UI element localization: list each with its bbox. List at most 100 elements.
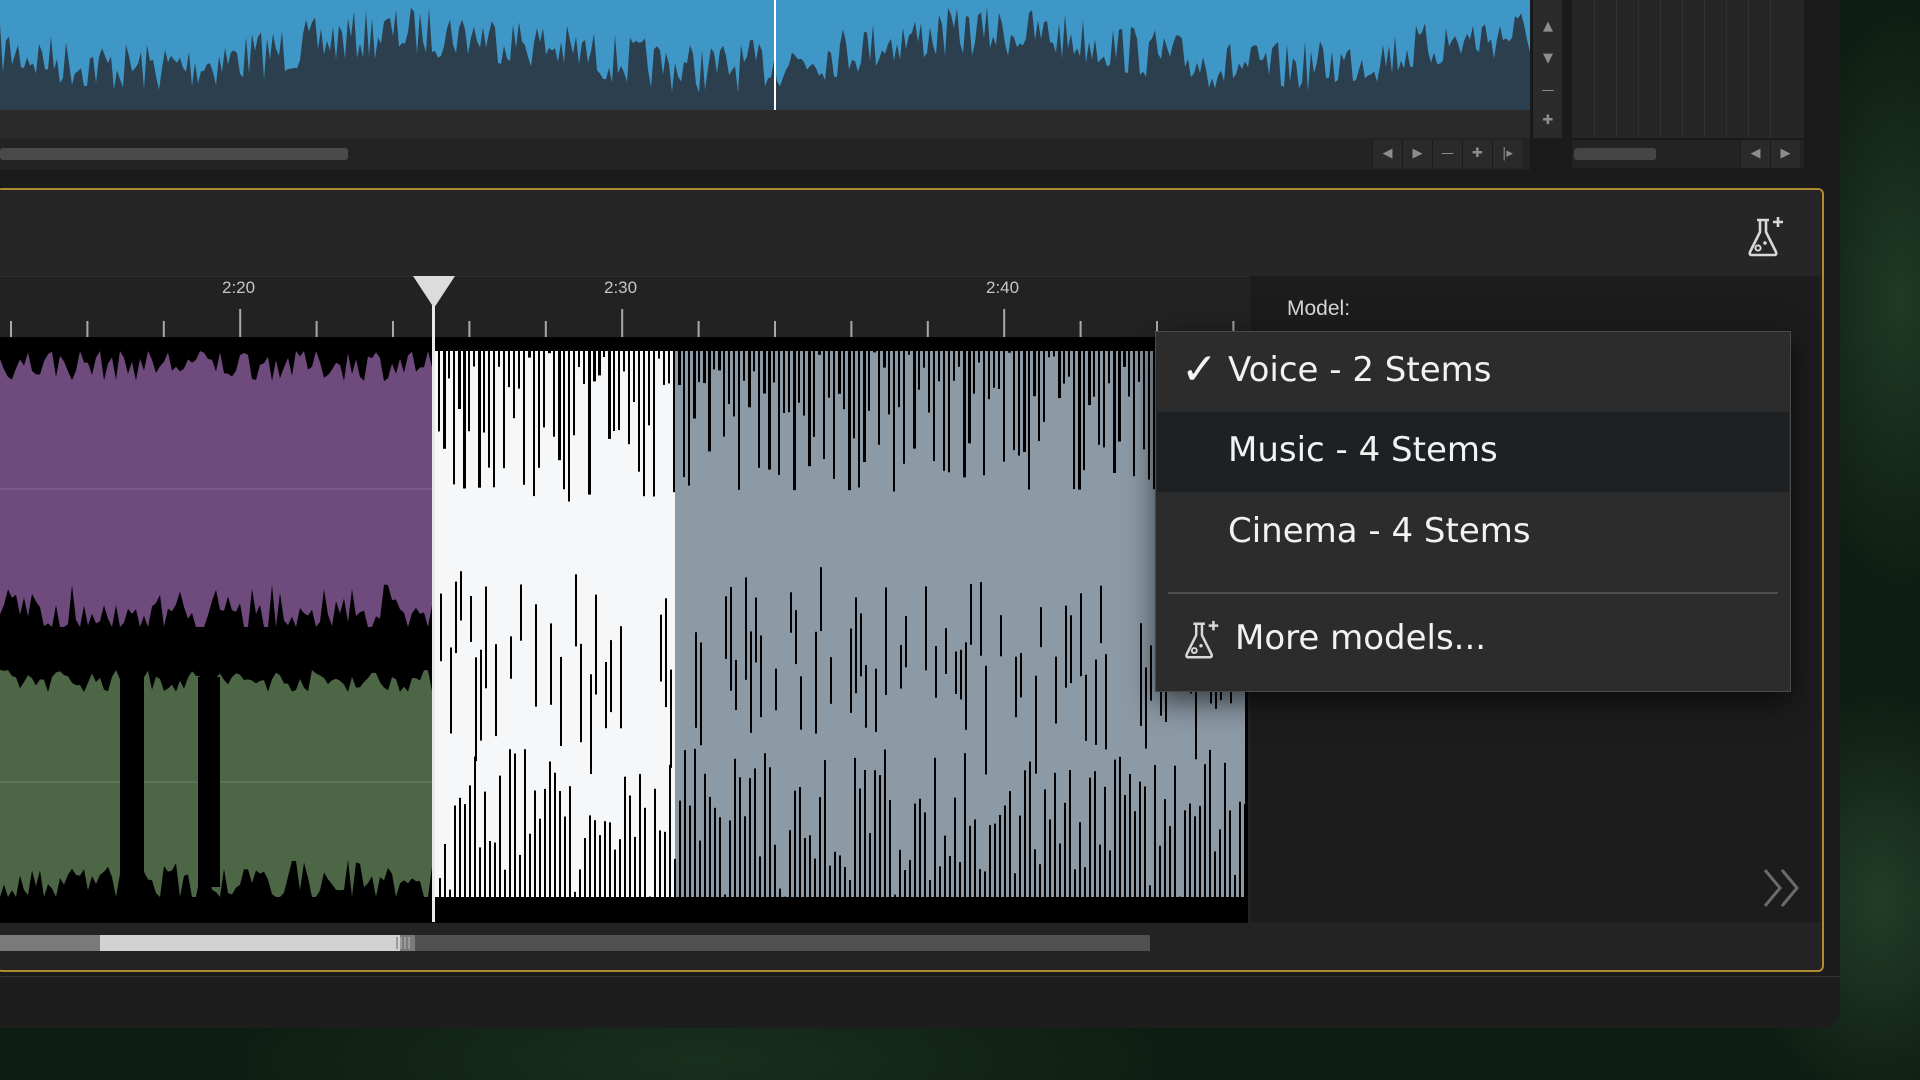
mix-waveform-spike — [453, 351, 455, 485]
mix-waveform-spike — [1059, 843, 1061, 897]
playhead-line[interactable] — [432, 296, 435, 922]
model-option-voice-2-stems[interactable]: ✓ Voice - 2 Stems — [1157, 332, 1789, 412]
zoom-in-horizontal-icon[interactable]: ✚ — [1462, 140, 1492, 168]
mix-waveform-spike — [1074, 869, 1076, 897]
mix-waveform-spike — [1099, 844, 1101, 897]
mix-waveform-spike — [954, 797, 956, 897]
model-option-cinema-4-stems[interactable]: Cinema - 4 Stems — [1157, 493, 1789, 573]
mix-waveform-spike — [1214, 851, 1216, 897]
mix-waveform-spike — [470, 596, 472, 642]
mix-waveform-spike — [1024, 770, 1026, 897]
mix-waveform-spike — [748, 351, 751, 408]
panel-header — [0, 190, 1820, 276]
mix-waveform-spike — [438, 351, 440, 432]
stem-waveform-area[interactable] — [0, 337, 1248, 923]
mix-waveform-spike — [863, 351, 866, 462]
overview-footer — [0, 110, 1530, 140]
mix-waveform-spike — [658, 351, 660, 359]
zoom-out-horizontal-icon[interactable]: — — [1432, 140, 1462, 168]
mix-waveform-spike — [855, 597, 857, 694]
mix-waveform-spike — [1219, 829, 1221, 897]
more-models-item[interactable]: More models... — [1157, 600, 1789, 680]
side-mini-scrollbar-thumb[interactable] — [1574, 148, 1656, 160]
mix-waveform-spike — [665, 598, 667, 708]
panel-scrollbar-grip[interactable] — [396, 937, 410, 949]
mix-waveform-spike — [1108, 351, 1110, 384]
panel-scrollbar-visible-range[interactable] — [100, 935, 400, 951]
mix-waveform-spike — [588, 351, 591, 495]
mix-waveform-spike — [1100, 585, 1102, 644]
mix-waveform-spike — [980, 582, 982, 656]
mix-waveform-spike — [854, 757, 856, 897]
mix-waveform-spike — [1134, 811, 1136, 897]
mix-waveform-spike — [1199, 805, 1201, 897]
mix-waveform-spike — [460, 571, 462, 621]
mix-waveform-spike — [1105, 654, 1107, 750]
model-option-music-4-stems[interactable]: Music - 4 Stems — [1157, 412, 1789, 492]
flask-sparkle-icon[interactable] — [1742, 214, 1788, 260]
overview-scrollbar-thumb[interactable] — [0, 148, 348, 160]
mix-waveform-spike — [783, 351, 785, 413]
overview-waveform[interactable] — [0, 0, 1530, 110]
mix-waveform-spike — [1043, 351, 1045, 422]
mix-waveform-spike — [509, 749, 511, 897]
mix-waveform-spike — [708, 351, 711, 452]
mix-waveform-spike — [853, 351, 855, 439]
mix-waveform-spike — [925, 586, 927, 671]
mix-waveform-spike — [1144, 786, 1146, 897]
mix-waveform-spike — [1065, 605, 1067, 688]
scroll-right-icon[interactable]: ▶ — [1402, 140, 1432, 168]
playhead-handle[interactable] — [413, 276, 455, 308]
more-models-label: More models... — [1235, 618, 1487, 658]
mix-waveform-spike — [754, 768, 756, 897]
mix-waveform-spike — [813, 351, 815, 437]
mix-waveform-spike — [694, 748, 696, 897]
mix-waveform-spike — [978, 351, 980, 363]
scroll-left-icon[interactable]: ◀ — [1372, 140, 1402, 168]
zoom-out-icon[interactable]: — — [1533, 76, 1563, 106]
mix-waveform-spike — [815, 631, 817, 734]
mix-waveform-spike — [844, 867, 846, 897]
mix-waveform-spike — [818, 351, 821, 355]
scroll-up-icon[interactable]: ▲ — [1533, 12, 1563, 42]
mix-waveform-spike — [539, 818, 541, 897]
mix-waveform-spike — [643, 351, 645, 497]
mix-waveform-spike — [1204, 764, 1206, 897]
mix-waveform-spike — [933, 351, 935, 461]
mix-waveform-spike — [999, 814, 1001, 897]
mix-waveform-spike — [939, 866, 941, 897]
side-scroll-right-icon[interactable]: ▶ — [1770, 140, 1800, 168]
mix-waveform-spike — [899, 849, 901, 897]
ruler-minor-tick — [926, 321, 929, 337]
mix-waveform-spike — [514, 753, 516, 897]
side-scroll-left-icon[interactable]: ◀ — [1740, 140, 1770, 168]
mix-waveform-spike — [474, 756, 476, 897]
mix-waveform-spike — [1149, 885, 1151, 897]
mix-waveform-spike — [473, 351, 475, 367]
mix-waveform-spike — [1049, 819, 1051, 897]
mix-waveform-spike — [624, 776, 626, 897]
mix-waveform-spike — [743, 351, 745, 381]
mix-waveform-spike — [1000, 615, 1002, 657]
mix-waveform-spike — [938, 351, 940, 382]
mix-waveform-spike — [1128, 351, 1130, 397]
mix-waveform-spike — [1143, 351, 1145, 450]
mix-waveform-spike — [524, 749, 526, 897]
mix-waveform-spike — [790, 592, 792, 633]
overview-position-marker — [774, 0, 776, 110]
ruler-minor-tick — [1079, 321, 1082, 337]
scroll-down-icon[interactable]: ▼ — [1533, 44, 1563, 74]
mix-waveform-spike — [764, 753, 766, 897]
zoom-to-fit-icon[interactable]: |▸ — [1492, 140, 1522, 168]
mix-waveform-spike — [924, 812, 926, 897]
mix-waveform-spike — [695, 632, 697, 728]
ruler-minor-tick — [774, 321, 776, 337]
stem-waveforms-graphic — [0, 351, 1247, 897]
mix-waveform-spike — [868, 351, 870, 411]
mix-waveform-spike — [1189, 803, 1191, 897]
mix-waveform-spike — [598, 351, 601, 376]
double-chevron-right-icon[interactable] — [1760, 866, 1804, 910]
mix-waveform-spike — [728, 351, 730, 404]
zoom-in-icon[interactable]: ✚ — [1533, 106, 1563, 136]
mix-waveform-spike — [1048, 351, 1050, 358]
